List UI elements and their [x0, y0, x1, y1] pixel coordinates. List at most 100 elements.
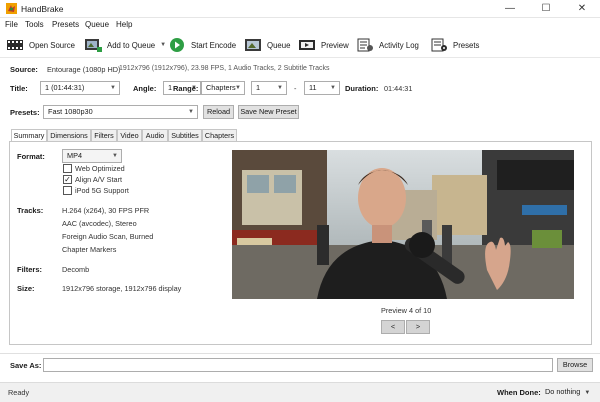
- preset-select-value: Fast 1080p30: [48, 107, 93, 116]
- format-select[interactable]: MP4 ▼: [62, 149, 122, 163]
- preview-button[interactable]: Preview: [296, 35, 351, 55]
- chevron-down-icon: ▼: [277, 85, 283, 91]
- duration-label: Duration:: [345, 84, 379, 93]
- duration-value: 01:44:31: [384, 84, 413, 93]
- close-button[interactable]: ✕: [564, 0, 600, 18]
- angle-select-value: 1: [168, 83, 173, 92]
- source-label: Source:: [10, 65, 38, 74]
- track-item: H.264 (x264), 30 FPS PFR: [62, 206, 150, 215]
- presets-icon: [431, 38, 447, 52]
- preset-select[interactable]: Fast 1080p30 ▼: [43, 105, 198, 119]
- title-bar: HandBrake — ☐ ✕: [0, 0, 600, 18]
- preview-caption: Preview 4 of 10: [381, 306, 432, 315]
- range-mode-select[interactable]: Chapters ▼: [201, 81, 245, 95]
- queue-icon: [245, 39, 261, 51]
- preview-frame-illustration: [232, 150, 574, 299]
- play-icon: [170, 38, 184, 52]
- chevron-down-icon: ▼: [112, 153, 118, 159]
- align-av-label: Align A/V Start: [75, 175, 123, 184]
- chevron-down-icon: ▼: [110, 85, 116, 91]
- range-mode-value: Chapters: [206, 83, 236, 92]
- queue-label: Queue: [267, 40, 291, 50]
- align-av-checkbox[interactable]: ✓: [63, 175, 72, 184]
- angle-label: Angle:: [133, 84, 157, 93]
- source-details: 1912x796 (1912x796), 23.98 FPS, 1 Audio …: [119, 65, 330, 72]
- activity-log-icon: [357, 38, 373, 52]
- handbrake-logo-icon: [6, 3, 17, 14]
- preview-image: [232, 150, 574, 299]
- film-open-icon: [7, 40, 23, 50]
- preview-icon: [299, 40, 315, 50]
- window-title: HandBrake: [21, 4, 64, 14]
- size-value: 1912x796 storage, 1912x796 display: [62, 284, 182, 293]
- add-queue-icon: [85, 39, 102, 52]
- track-item: AAC (avcodec), Stereo: [62, 219, 137, 228]
- title-select-value: 1 (01:44:31): [45, 83, 85, 92]
- minimize-button[interactable]: —: [492, 0, 528, 18]
- save-new-preset-button[interactable]: Save New Preset: [238, 105, 299, 119]
- format-select-value: MP4: [67, 151, 83, 160]
- status-text: Ready: [8, 388, 30, 397]
- presets-row-label: Presets:: [10, 108, 40, 117]
- track-item: Chapter Markers: [62, 245, 117, 254]
- ipod-label: iPod 5G Support: [75, 186, 129, 195]
- range-separator: -: [294, 84, 297, 93]
- menu-help[interactable]: Help: [116, 20, 132, 29]
- save-as-input[interactable]: [43, 358, 553, 372]
- range-end-select[interactable]: 11 ▼: [304, 81, 340, 95]
- when-done-value: Do nothing: [545, 387, 581, 396]
- browse-button[interactable]: Browse: [557, 358, 593, 372]
- activity-log-label: Activity Log: [379, 40, 419, 50]
- presets-label: Presets: [453, 40, 480, 50]
- menu-file[interactable]: File: [5, 20, 18, 29]
- title-select[interactable]: 1 (01:44:31) ▼: [40, 81, 120, 95]
- open-source-button[interactable]: Open Source: [4, 35, 77, 55]
- tab-subtitles[interactable]: Subtitles: [168, 129, 202, 141]
- queue-button[interactable]: Queue: [242, 35, 292, 55]
- range-caption: Range:: [173, 84, 199, 93]
- reload-button[interactable]: Reload: [203, 105, 234, 119]
- add-to-queue-label: Add to Queue: [107, 40, 156, 50]
- presets-button[interactable]: Presets: [428, 35, 481, 55]
- format-label: Format:: [17, 152, 45, 161]
- source-name: Entourage (1080p HD): [47, 65, 121, 74]
- tab-filters[interactable]: Filters: [91, 129, 117, 141]
- filters-value: Decomb: [62, 265, 90, 274]
- preview-prev-button[interactable]: <: [381, 320, 405, 334]
- range-start-value: 1: [256, 83, 261, 92]
- web-optimized-label: Web Optimized: [75, 164, 125, 173]
- preview-label: Preview: [321, 40, 349, 50]
- tab-chapters[interactable]: Chapters: [202, 129, 237, 141]
- menu-tools[interactable]: Tools: [25, 20, 44, 29]
- start-encode-label: Start Encode: [191, 40, 237, 50]
- menu-bar: File Tools Presets Queue Help: [0, 18, 600, 32]
- range-start-select[interactable]: 1 ▼: [251, 81, 287, 95]
- chevron-down-icon: ▼: [235, 85, 241, 91]
- chevron-down-icon: ▼: [584, 390, 591, 396]
- filters-label: Filters:: [17, 265, 43, 274]
- preview-next-button[interactable]: >: [406, 320, 430, 334]
- when-done-select[interactable]: Do nothing ▼: [545, 386, 597, 398]
- menu-presets[interactable]: Presets: [52, 20, 79, 29]
- add-to-queue-button[interactable]: Add to Queue ▼: [82, 35, 168, 55]
- toolbar: Open Source Add to Queue ▼ Start Encode …: [0, 32, 600, 58]
- maximize-button[interactable]: ☐: [528, 0, 564, 18]
- menu-queue[interactable]: Queue: [85, 20, 109, 29]
- tracks-label: Tracks:: [17, 206, 44, 215]
- web-optimized-checkbox[interactable]: [63, 164, 72, 173]
- chevron-down-icon: ▼: [330, 85, 336, 91]
- title-label: Title:: [10, 84, 28, 93]
- tab-video[interactable]: Video: [117, 129, 142, 141]
- range-end-value: 11: [309, 83, 317, 92]
- open-source-label: Open Source: [29, 40, 75, 50]
- when-done-label: When Done:: [497, 388, 541, 397]
- save-as-label: Save As:: [10, 361, 42, 370]
- track-item: Foreign Audio Scan, Burned: [62, 232, 154, 241]
- chevron-down-icon: ▼: [188, 109, 194, 115]
- tab-dimensions[interactable]: Dimensions: [47, 129, 91, 141]
- size-label: Size:: [17, 284, 35, 293]
- start-encode-button[interactable]: Start Encode: [166, 35, 238, 55]
- ipod-checkbox[interactable]: [63, 186, 72, 195]
- activity-log-button[interactable]: Activity Log: [354, 35, 421, 55]
- tab-audio[interactable]: Audio: [142, 129, 168, 141]
